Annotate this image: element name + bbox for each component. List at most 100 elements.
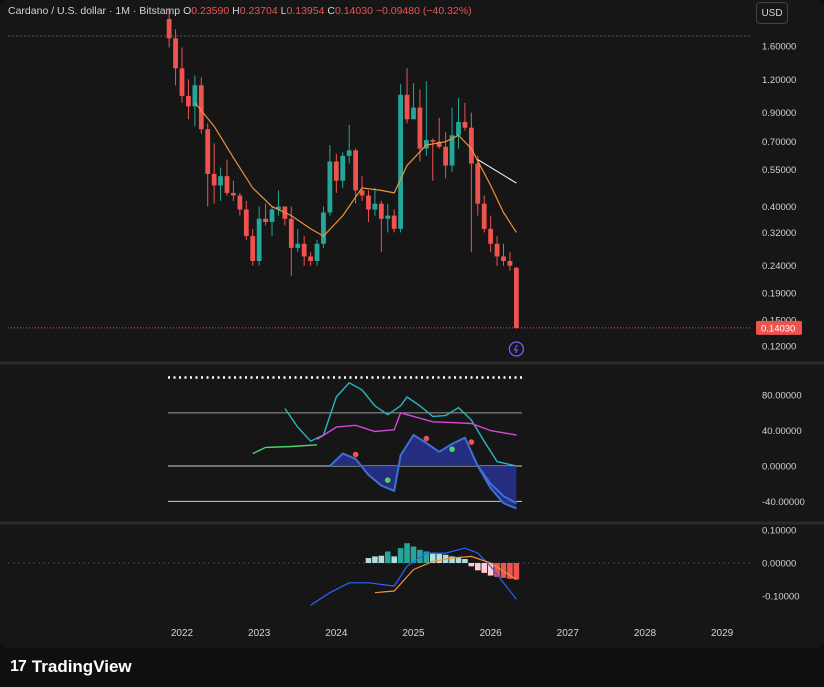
candle — [417, 107, 423, 149]
candle — [366, 195, 371, 210]
candle — [488, 228, 494, 244]
price-tick-label: 1.20000 — [762, 75, 796, 86]
price-tick-label: 0.12000 — [762, 342, 796, 353]
signal-marker — [449, 446, 455, 452]
candle — [462, 122, 468, 128]
oscillator-tick-label: 40.00000 — [762, 426, 802, 437]
candle — [513, 267, 519, 328]
candle — [501, 256, 506, 261]
histogram-bar — [378, 555, 385, 563]
candle — [308, 256, 313, 261]
histogram-bar — [384, 551, 391, 563]
time-tick-label: 2027 — [557, 628, 580, 639]
price-tick-label: 0.70000 — [762, 137, 796, 148]
candle — [353, 150, 359, 191]
candle — [250, 236, 256, 261]
macd-tick-label: -0.10000 — [762, 592, 800, 603]
candle — [507, 260, 513, 266]
time-tick-label: 2026 — [480, 628, 503, 639]
time-tick-label: 2022 — [171, 628, 194, 639]
histogram-bar — [468, 563, 475, 567]
tradingview-brand[interactable]: 17 TradingView — [10, 655, 132, 679]
price-tick-label: 0.32000 — [762, 228, 796, 239]
candle — [231, 192, 236, 196]
macd-pane[interactable] — [8, 543, 752, 606]
price-tick-label: 0.40000 — [762, 202, 796, 213]
candle — [346, 150, 352, 156]
last-price-label: 0.14030 — [761, 323, 795, 334]
signal-line — [316, 412, 517, 440]
high-label: H — [232, 5, 240, 17]
candle — [404, 94, 410, 120]
candle — [186, 95, 191, 107]
candle — [494, 243, 500, 257]
price-tick-label: 0.19000 — [762, 288, 796, 299]
high-value: 0.23704 — [239, 5, 278, 17]
time-tick-label: 2023 — [248, 628, 271, 639]
low-value: 0.13954 — [286, 5, 325, 17]
alert-bolt-icon — [513, 344, 519, 354]
histogram-bar — [397, 548, 404, 563]
candle — [327, 161, 333, 213]
change-value: −0.09480 (−40.32%) — [375, 5, 472, 17]
candle — [391, 215, 397, 229]
candle — [211, 173, 217, 186]
candle — [256, 218, 262, 261]
price-tick-label: 1.60000 — [762, 42, 796, 53]
price-tick-label: 0.24000 — [762, 261, 796, 272]
tradingview-logo-icon: 17 — [10, 658, 27, 675]
candle — [166, 19, 172, 39]
candle — [263, 218, 268, 223]
macd-tick-label: 0.00000 — [762, 559, 796, 570]
candle — [288, 218, 294, 248]
histogram-bar — [481, 563, 488, 573]
time-tick-label: 2029 — [711, 628, 734, 639]
price-pane[interactable] — [8, 8, 752, 357]
macd-tick-label: 0.10000 — [762, 526, 796, 537]
candle — [333, 161, 339, 181]
histogram-bar — [474, 563, 481, 571]
candle — [269, 209, 275, 223]
candle — [398, 94, 404, 229]
price-tick-label: 0.90000 — [762, 108, 796, 119]
histogram-bar — [436, 553, 442, 563]
candle — [198, 85, 204, 130]
close-value: 0.14030 — [334, 5, 373, 17]
brand-name: TradingView — [31, 657, 132, 676]
signal-marker — [384, 477, 391, 483]
histogram-bar — [462, 559, 468, 563]
early-line — [252, 444, 318, 455]
currency-button[interactable]: USD — [756, 2, 788, 24]
time-tick-label: 2024 — [325, 628, 348, 639]
candle — [385, 215, 391, 219]
candle — [378, 203, 384, 219]
candle — [237, 195, 243, 210]
candle — [443, 146, 449, 166]
candle — [481, 203, 487, 229]
time-axis[interactable]: 2022 2023 2024 2025 2026 2027 2028 2029 — [171, 628, 734, 639]
candle — [321, 212, 326, 244]
candle — [218, 176, 223, 186]
open-value: 0.23590 — [191, 5, 230, 17]
symbol-name[interactable]: Cardano / U.S. dollar · 1M · Bitstamp — [8, 5, 180, 17]
candle — [224, 176, 230, 193]
candle — [340, 155, 346, 181]
oscillator-fill — [329, 435, 517, 509]
candle — [468, 127, 474, 164]
oscillator-tick-label: -40.00000 — [762, 497, 805, 508]
symbol-header: Cardano / U.S. dollar · 1M · Bitstamp O0… — [8, 5, 472, 17]
close-label: C — [327, 5, 335, 17]
histogram-bar — [513, 563, 520, 580]
candle — [295, 243, 301, 248]
candle — [411, 107, 416, 120]
histogram-bar — [391, 556, 397, 563]
alert-icon — [508, 341, 525, 357]
oscillator-pane[interactable] — [168, 376, 522, 510]
price-axis[interactable]: 1.60000 1.20000 0.90000 0.70000 0.55000 0.400… — [756, 42, 805, 603]
candle — [179, 68, 185, 96]
candle — [430, 140, 436, 142]
signal-marker — [423, 435, 430, 442]
histogram-bar — [404, 543, 410, 563]
candle — [301, 243, 307, 257]
time-tick-label: 2025 — [402, 628, 425, 639]
